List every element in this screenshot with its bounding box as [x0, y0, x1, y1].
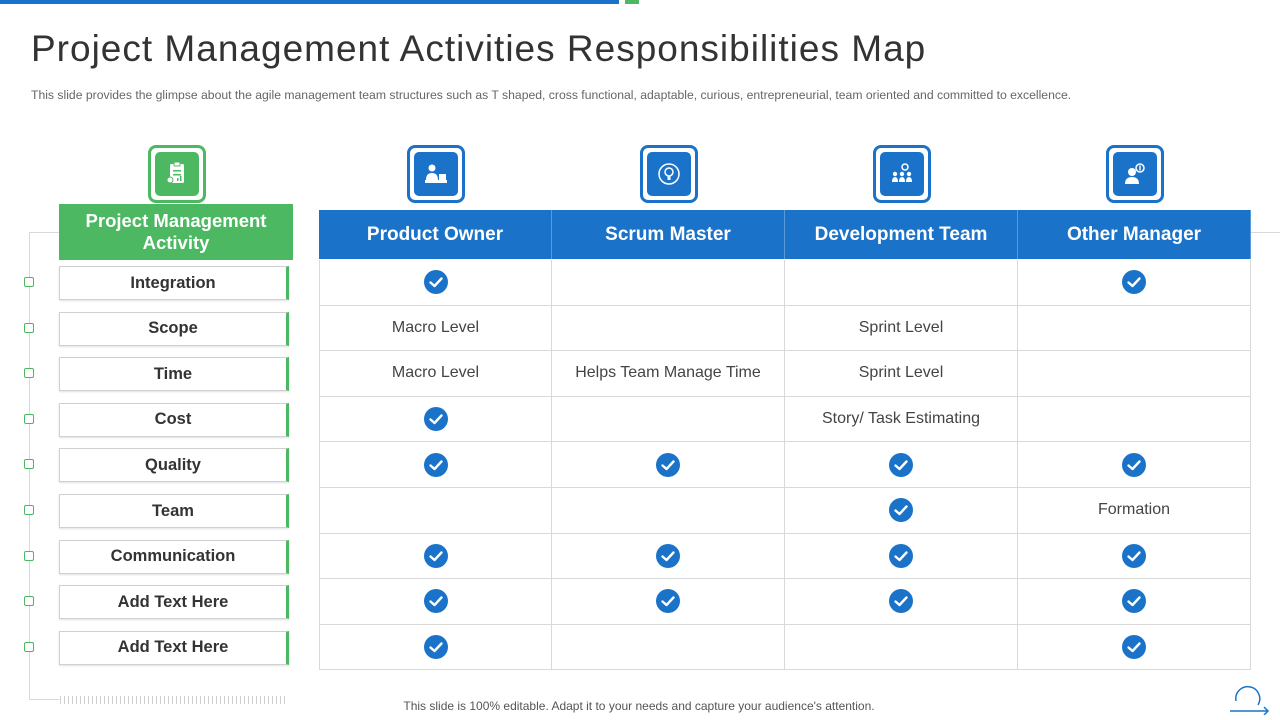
top-accent-bar-green	[625, 0, 639, 4]
activity-item: Team	[59, 494, 289, 528]
column-header: Other Manager	[1018, 210, 1251, 259]
check-icon	[889, 498, 913, 523]
check-icon	[656, 589, 680, 614]
table-cell	[785, 624, 1018, 671]
table-cell	[1018, 351, 1251, 397]
activity-bullet	[24, 322, 34, 333]
cell-text: Formation	[1097, 501, 1171, 519]
table-cell	[1018, 260, 1251, 306]
activity-bullet	[24, 550, 34, 561]
table-cell	[552, 624, 785, 671]
cell-text: Macro Level	[391, 364, 480, 382]
table-cell	[785, 488, 1018, 534]
cell-text: Helps Team Manage Time	[575, 364, 761, 382]
table-cell	[552, 442, 785, 488]
table-cell	[319, 533, 552, 580]
bulb-badge-icon	[640, 145, 698, 203]
activity-bullet	[24, 505, 34, 515]
table-cell: Sprint Level	[785, 351, 1018, 397]
table-cell	[552, 260, 785, 306]
frame-line	[1250, 232, 1280, 233]
table-cell	[319, 260, 552, 306]
owner-desk-icon	[407, 145, 465, 203]
cell-text: Story/ Task Estimating	[822, 410, 980, 428]
check-icon	[1122, 452, 1146, 477]
table-cell	[552, 396, 785, 443]
table-cell	[1018, 533, 1251, 580]
check-icon	[423, 452, 448, 477]
cell-text: Macro Level	[391, 318, 480, 336]
check-icon	[423, 589, 448, 614]
check-icon	[423, 270, 448, 295]
table-cell: Macro Level	[319, 305, 552, 352]
activity-item: Time	[59, 357, 289, 392]
check-icon	[423, 407, 448, 432]
page-subtitle: This slide provides the glimpse about th…	[31, 88, 1072, 102]
check-icon	[1122, 270, 1146, 295]
table-cell	[785, 442, 1018, 488]
table-cell	[319, 442, 552, 488]
table-cell	[1018, 579, 1251, 625]
activity-column-header: Project Management Activity	[59, 204, 293, 260]
clipboard-chart-icon	[148, 145, 206, 203]
table-cell	[552, 533, 785, 580]
table-cell	[785, 533, 1018, 580]
activity-item: Integration	[59, 266, 289, 300]
activity-item: Quality	[59, 448, 289, 483]
table-cell: Helps Team Manage Time	[552, 351, 785, 397]
manager-money-icon	[1106, 145, 1164, 203]
table-cell	[1018, 442, 1251, 488]
column-header: Product Owner	[319, 210, 552, 259]
responsibility-table: Product Owner Scrum Master Development Tea…	[319, 210, 1251, 671]
table-cell	[552, 488, 785, 534]
top-accent-bar-blue	[0, 0, 619, 4]
check-icon	[423, 543, 448, 568]
table-cell: Sprint Level	[785, 305, 1018, 352]
activity-item: Add Text Here	[59, 630, 289, 665]
table-cell: Formation	[1018, 488, 1251, 534]
footer-note: This slide is 100% editable. Adapt it to…	[403, 699, 875, 713]
check-icon	[889, 589, 913, 614]
check-icon	[1122, 589, 1146, 614]
activity-bullet	[24, 459, 34, 470]
table-cell	[319, 488, 552, 534]
activity-bullet	[24, 641, 34, 652]
activity-bullet	[24, 277, 34, 287]
column-header: Development Team	[785, 210, 1018, 259]
check-icon	[656, 452, 680, 477]
table-cell	[319, 624, 552, 671]
table-cell: Macro Level	[319, 351, 552, 397]
cell-text: Sprint Level	[858, 364, 944, 382]
activity-bullet	[24, 368, 34, 379]
page-title: Project Management Activities Responsibi…	[31, 28, 927, 69]
table-cell	[785, 579, 1018, 625]
table-cell	[319, 579, 552, 625]
check-icon	[656, 543, 680, 568]
table-cell	[552, 579, 785, 625]
activity-bullet	[24, 413, 34, 424]
table-cell	[1018, 305, 1251, 352]
table-cell	[1018, 624, 1251, 671]
table-cell: Story/ Task Estimating	[785, 396, 1018, 443]
check-icon	[423, 635, 448, 660]
check-icon	[889, 543, 913, 568]
activity-item: Scope	[59, 311, 289, 346]
table-cell	[552, 305, 785, 352]
check-icon	[1122, 635, 1146, 660]
refresh-cycle-icon	[1230, 685, 1270, 715]
table-cell	[319, 396, 552, 443]
check-icon	[889, 452, 913, 477]
activity-item: Communication	[59, 539, 289, 574]
activity-item: Cost	[59, 402, 289, 437]
cell-text: Sprint Level	[858, 318, 944, 336]
table-cell	[785, 260, 1018, 306]
activity-bullet	[24, 596, 34, 607]
column-header: Scrum Master	[552, 210, 785, 259]
activity-item: Add Text Here	[59, 585, 289, 620]
table-cell	[1018, 396, 1251, 443]
check-icon	[1122, 543, 1146, 568]
frame-line	[29, 232, 59, 233]
team-gear-icon	[873, 145, 931, 203]
